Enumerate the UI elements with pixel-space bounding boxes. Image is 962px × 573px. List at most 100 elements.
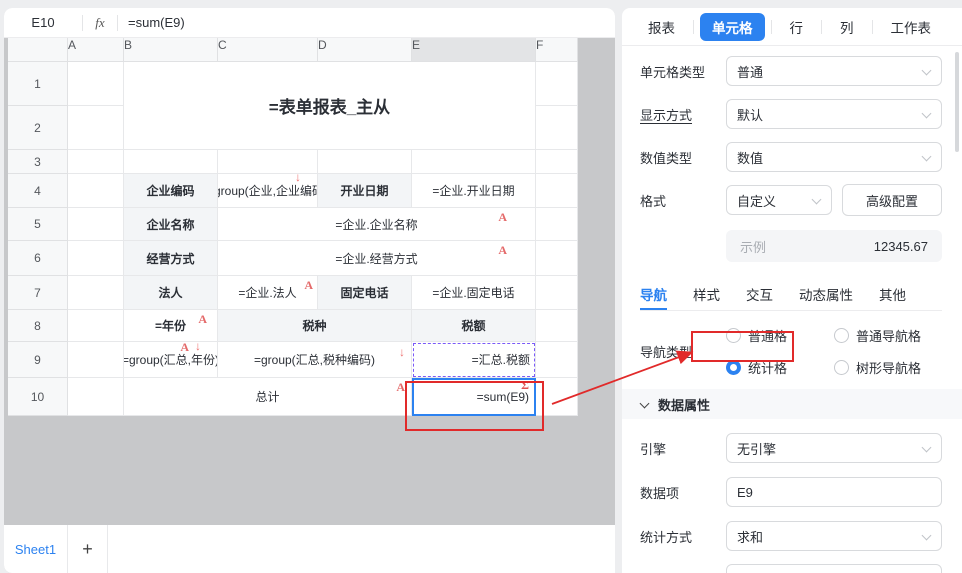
empty-cell[interactable] bbox=[68, 378, 124, 416]
empty-cell[interactable] bbox=[536, 62, 578, 106]
empty-cell[interactable] bbox=[536, 241, 578, 276]
radio-tree-nav-cell[interactable]: 树形导航格 bbox=[834, 355, 942, 379]
empty-cell[interactable] bbox=[218, 150, 318, 174]
cell-e10-selected[interactable]: =sum(E9) Σ bbox=[412, 378, 536, 416]
advanced-config-row: 高级配置 设置 bbox=[640, 565, 942, 573]
cell-report-title[interactable]: =表单报表_主从 bbox=[124, 62, 536, 150]
radio-stat-cell-selected[interactable]: 统计格 bbox=[726, 355, 834, 379]
cell-b10-d10[interactable]: 总计 A bbox=[124, 378, 412, 416]
grid-corner[interactable] bbox=[8, 38, 68, 62]
tab-row[interactable]: 行 bbox=[778, 13, 816, 41]
tab-column[interactable]: 列 bbox=[828, 13, 866, 41]
empty-cell[interactable] bbox=[68, 150, 124, 174]
empty-cell[interactable] bbox=[536, 378, 578, 416]
empty-cell[interactable] bbox=[68, 241, 124, 276]
subtab-style[interactable]: 样式 bbox=[693, 277, 720, 310]
row-header-9[interactable]: 9 bbox=[8, 342, 68, 378]
sum-sigma-marker-icon: Σ bbox=[521, 379, 529, 391]
subtab-dynamic-attrs[interactable]: 动态属性 bbox=[799, 277, 853, 310]
row-header-3[interactable]: 3 bbox=[8, 150, 68, 174]
empty-cell[interactable] bbox=[68, 310, 124, 342]
cell-b4[interactable]: 企业编码 bbox=[124, 174, 218, 208]
empty-cell[interactable] bbox=[68, 208, 124, 241]
cell-e9[interactable]: =汇总.税额 bbox=[412, 342, 536, 378]
subtab-navigation[interactable]: 导航 bbox=[640, 277, 667, 310]
cell-d4[interactable]: 开业日期 bbox=[318, 174, 412, 208]
cell-b9[interactable]: =group(汇总,年份) A ↓ bbox=[124, 342, 218, 378]
sheet-tab-sheet1[interactable]: Sheet1 bbox=[4, 525, 68, 573]
value-type-select[interactable]: 数值 bbox=[726, 142, 942, 172]
cell-c6-e6[interactable]: =企业.经营方式 A bbox=[218, 241, 536, 276]
col-header-a[interactable]: A bbox=[68, 38, 124, 62]
row-header-7[interactable]: 7 bbox=[8, 276, 68, 310]
cell-b6[interactable]: 经营方式 bbox=[124, 241, 218, 276]
empty-cell[interactable] bbox=[318, 150, 412, 174]
cell-type-select[interactable]: 普通 bbox=[726, 56, 942, 86]
col-header-c[interactable]: C bbox=[218, 38, 318, 62]
tab-worksheet[interactable]: 工作表 bbox=[879, 13, 944, 41]
chevron-down-icon bbox=[922, 110, 931, 119]
empty-cell[interactable] bbox=[68, 174, 124, 208]
subtab-interaction[interactable]: 交互 bbox=[746, 277, 773, 310]
row-header-4[interactable]: 4 bbox=[8, 174, 68, 208]
cell-c9-d9[interactable]: =group(汇总,税种编码) ↓ bbox=[218, 342, 412, 378]
col-header-e[interactable]: E bbox=[412, 38, 536, 62]
empty-cell[interactable] bbox=[536, 276, 578, 310]
empty-cell[interactable] bbox=[536, 106, 578, 150]
cell-c4[interactable]: =group(企业,企业编码) ↓ bbox=[218, 174, 318, 208]
row-header-2[interactable]: 2 bbox=[8, 106, 68, 150]
empty-cell[interactable] bbox=[68, 106, 124, 150]
cell-reference-box[interactable]: E10 bbox=[4, 15, 82, 30]
row-header-6[interactable]: 6 bbox=[8, 241, 68, 276]
col-header-f[interactable]: F bbox=[536, 38, 578, 62]
empty-cell[interactable] bbox=[536, 150, 578, 174]
cell-e8[interactable]: 税额 bbox=[412, 310, 536, 342]
format-advanced-button[interactable]: 高级配置 bbox=[842, 184, 942, 216]
cell-e7[interactable]: =企业.固定电话 bbox=[412, 276, 536, 310]
cell-d7[interactable]: 固定电话 bbox=[318, 276, 412, 310]
empty-cell[interactable] bbox=[124, 150, 218, 174]
radio-normal-nav-cell[interactable]: 普通导航格 bbox=[834, 323, 942, 347]
empty-cell[interactable] bbox=[536, 208, 578, 241]
row-header-10[interactable]: 10 bbox=[8, 378, 68, 416]
subtab-other[interactable]: 其他 bbox=[879, 277, 906, 310]
row-header-1[interactable]: 1 bbox=[8, 62, 68, 106]
add-sheet-button[interactable]: + bbox=[68, 525, 108, 573]
row-header-8[interactable]: 8 bbox=[8, 310, 68, 342]
cell-c5-text: =企业.企业名称 bbox=[335, 216, 417, 233]
formula-input[interactable]: =sum(E9) bbox=[118, 15, 615, 30]
cell-type-row: 单元格类型 普通 bbox=[640, 56, 942, 86]
data-attributes-section-header[interactable]: 数据属性 bbox=[622, 389, 962, 419]
cell-c7[interactable]: =企业.法人 A bbox=[218, 276, 318, 310]
format-select[interactable]: 自定义 bbox=[726, 185, 832, 215]
cell-c8-d8[interactable]: 税种 bbox=[218, 310, 412, 342]
example-value: 12345.67 bbox=[766, 239, 928, 254]
cell-e4[interactable]: =企业.开业日期 bbox=[412, 174, 536, 208]
advanced-settings-button[interactable]: 设置 bbox=[726, 564, 942, 573]
cell-c5-e5[interactable]: =企业.企业名称 A bbox=[218, 208, 536, 241]
engine-select[interactable]: 无引擎 bbox=[726, 433, 942, 463]
empty-cell[interactable] bbox=[412, 150, 536, 174]
cell-b10-text: 总计 bbox=[255, 388, 279, 405]
data-item-input[interactable] bbox=[726, 477, 942, 507]
row-header-5[interactable]: 5 bbox=[8, 208, 68, 241]
display-mode-select[interactable]: 默认 bbox=[726, 99, 942, 129]
cell-b5[interactable]: 企业名称 bbox=[124, 208, 218, 241]
tab-report[interactable]: 报表 bbox=[636, 13, 687, 41]
radio-normal-cell[interactable]: 普通格 bbox=[726, 323, 834, 347]
cell-b8[interactable]: =年份 A bbox=[124, 310, 218, 342]
empty-cell[interactable] bbox=[68, 342, 124, 378]
empty-cell[interactable] bbox=[68, 276, 124, 310]
radio-icon bbox=[726, 328, 741, 343]
formula-bar: E10 fx =sum(E9) bbox=[4, 8, 615, 38]
panel-scrollbar[interactable] bbox=[955, 52, 959, 152]
stat-method-select[interactable]: 求和 bbox=[726, 521, 942, 551]
cell-b7[interactable]: 法人 bbox=[124, 276, 218, 310]
empty-cell[interactable] bbox=[536, 342, 578, 378]
col-header-b[interactable]: B bbox=[124, 38, 218, 62]
tab-cell[interactable]: 单元格 bbox=[700, 13, 765, 41]
empty-cell[interactable] bbox=[536, 174, 578, 208]
col-header-d[interactable]: D bbox=[318, 38, 412, 62]
empty-cell[interactable] bbox=[536, 310, 578, 342]
empty-cell[interactable] bbox=[68, 62, 124, 106]
